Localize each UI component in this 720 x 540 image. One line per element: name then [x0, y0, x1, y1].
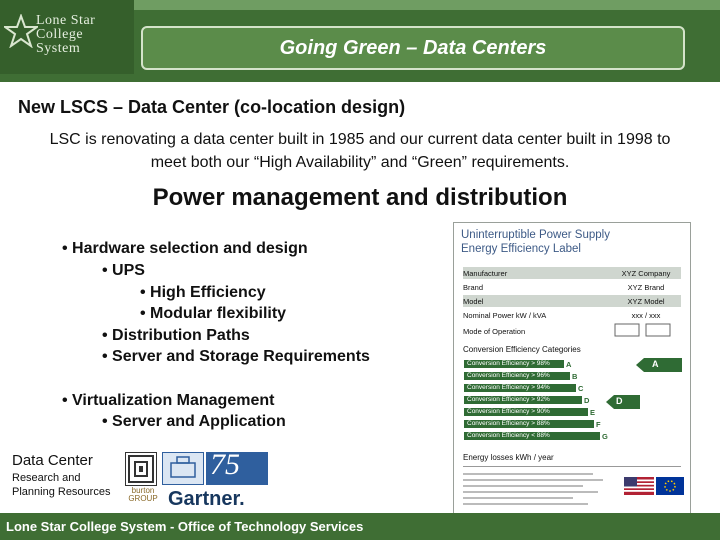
efficiency-grade: E — [590, 408, 596, 417]
section-heading: Power management and distribution — [152, 184, 568, 211]
label-title: Uninterruptible Power Supply — [461, 229, 610, 241]
bullet-high-efficiency: • High Efficiency — [140, 284, 266, 301]
research-resources-text: Research and Planning Resources — [12, 472, 111, 498]
efficiency-bar: Conversion Efficiency > 90% — [464, 408, 588, 416]
logo-line: College — [36, 27, 84, 42]
bullet-server-application: • Server and Application — [102, 413, 286, 430]
star-icon — [4, 14, 38, 48]
burton-group-logo — [125, 452, 157, 486]
eu-flag-icon — [656, 477, 684, 495]
label-subtitle: Energy Efficiency Label — [461, 243, 581, 255]
afcom-logo — [162, 452, 204, 485]
footer-text: Lone Star College System - Office of Tec… — [6, 519, 364, 534]
label-row: Manufacturer XYZ Company — [463, 269, 671, 278]
bullet-virtualization: • Virtualization Management — [62, 392, 275, 409]
bullet-modular: • Modular flexibility — [140, 305, 287, 322]
logo-text: Lone Star College System — [36, 14, 132, 56]
efficiency-grade: A — [566, 360, 572, 369]
efficiency-bar: Conversion Efficiency > 92% — [464, 396, 582, 404]
logo-line: System — [36, 41, 81, 56]
rating-marker-d-label: D — [616, 396, 623, 406]
mode-diagram-icon — [614, 323, 671, 337]
efficiency-grade: G — [602, 432, 608, 441]
footnote-lines — [463, 473, 603, 505]
rating-marker-a-label: A — [652, 359, 659, 369]
data-center-title: Data Center — [12, 452, 93, 469]
header-top-stripe — [126, 0, 720, 10]
energy-losses: Energy losses kWh / year — [463, 453, 554, 462]
subtitle: New LSCS – Data Center (co-location desi… — [18, 97, 406, 117]
label-row: Brand XYZ Brand — [463, 283, 665, 292]
efficiency-grade: C — [578, 384, 584, 393]
divider — [463, 466, 681, 467]
rating-marker-d — [606, 395, 640, 409]
logo-line: Lone Star — [36, 13, 96, 28]
page-title: Going Green – Data Centers — [279, 37, 547, 59]
gartner-logo: Gartner. — [168, 488, 245, 510]
bullet-distribution: • Distribution Paths — [102, 327, 250, 344]
efficiency-bar: Conversion Efficiency < 88% — [464, 432, 600, 440]
categories-title: Conversion Efficiency Categories — [463, 345, 581, 354]
maze-icon — [128, 455, 154, 483]
bullet-hardware: • Hardware selection and design — [62, 240, 308, 257]
anniversary-number: 75 — [210, 448, 240, 481]
bullet-server-storage: • Server and Storage Requirements — [102, 348, 370, 365]
rating-marker-a — [636, 358, 682, 372]
us-flag-icon — [624, 477, 654, 495]
bullet-ups: • UPS — [102, 262, 145, 279]
efficiency-grade: B — [572, 372, 578, 381]
label-row: Model XYZ Model — [463, 297, 665, 306]
burton-group-text: burton GROUP — [128, 486, 158, 503]
efficiency-grade: F — [596, 420, 601, 429]
efficiency-bar: Conversion Efficiency > 88% — [464, 420, 594, 428]
efficiency-grade: D — [584, 396, 590, 405]
efficiency-bar: Conversion Efficiency > 98% — [464, 360, 564, 368]
building-icon — [170, 456, 196, 478]
intro-paragraph: LSC is renovating a data center built in… — [49, 131, 671, 171]
efficiency-bar: Conversion Efficiency > 94% — [464, 384, 576, 392]
efficiency-bar: Conversion Efficiency > 96% — [464, 372, 570, 380]
ups-efficiency-label: Uninterruptible Power Supply Energy Effi… — [453, 222, 691, 522]
